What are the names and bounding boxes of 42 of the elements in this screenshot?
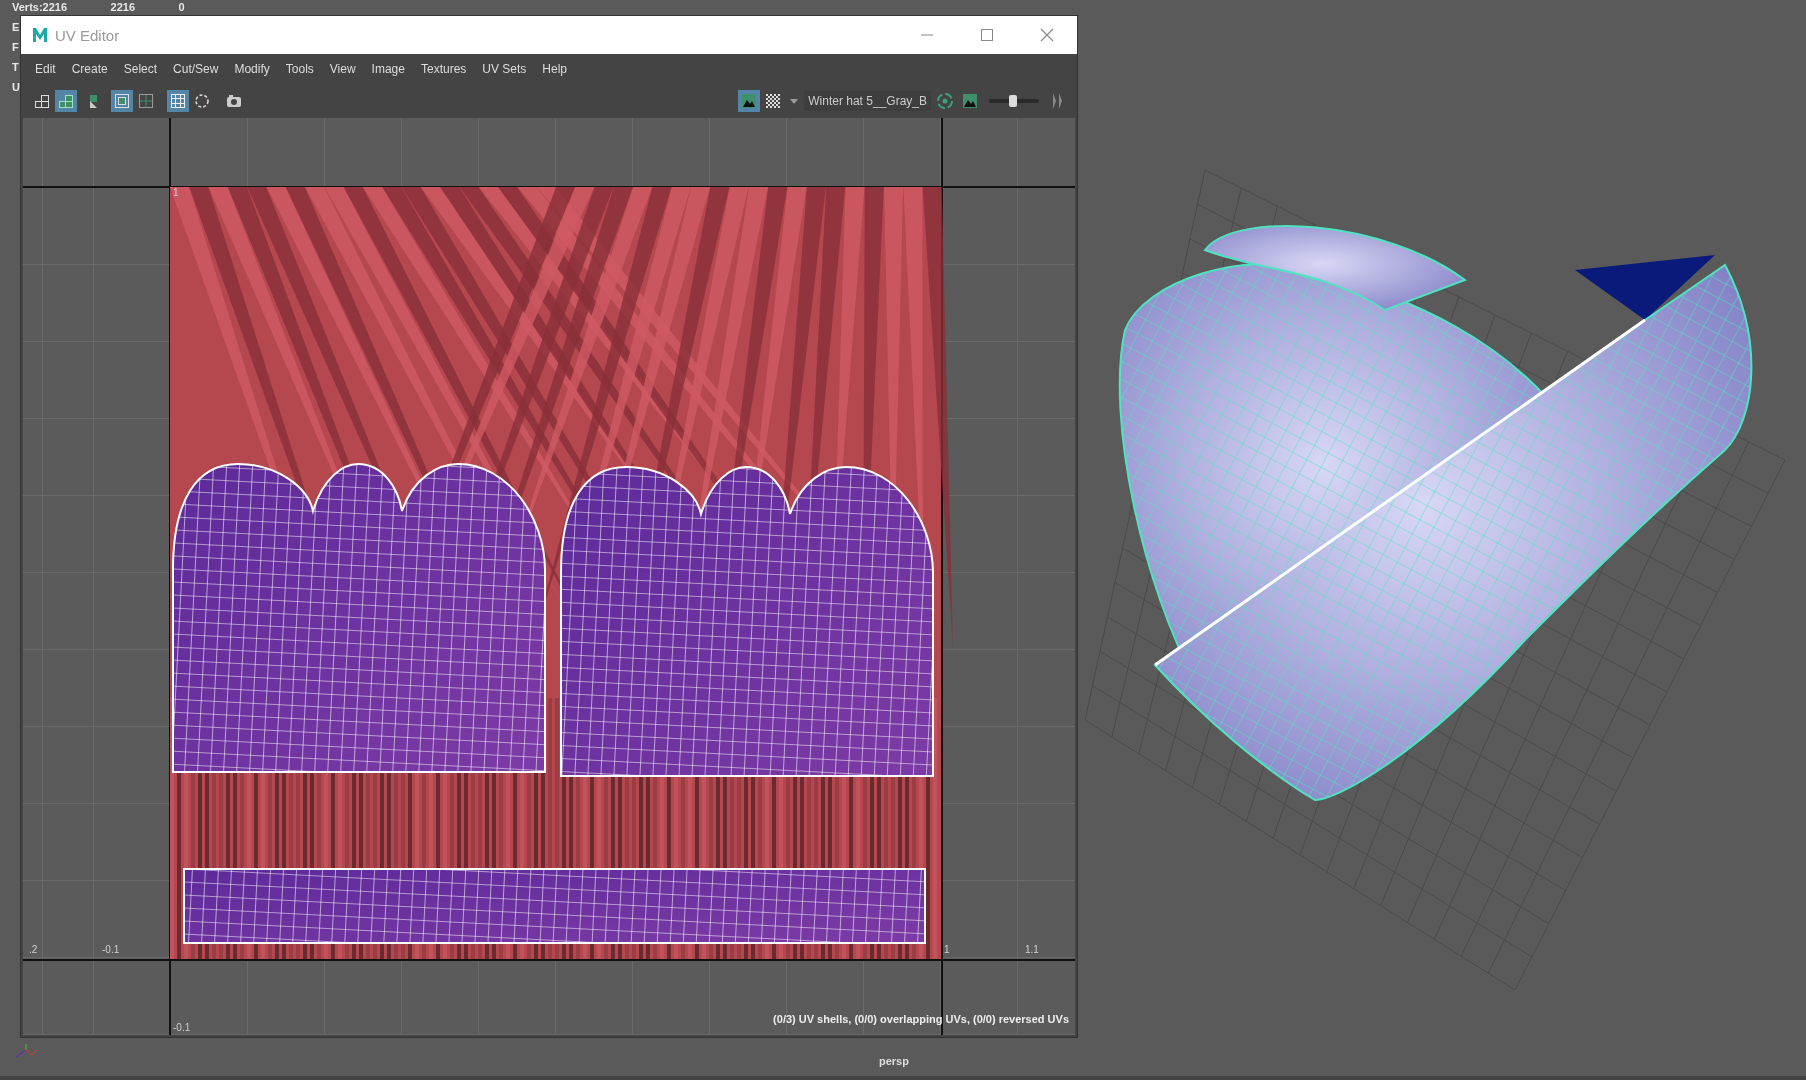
rgb-channel-icon[interactable] [937, 93, 953, 109]
frame-icon[interactable] [111, 90, 133, 112]
axis-gizmo-icon [14, 1043, 40, 1059]
caret-icon[interactable] [790, 98, 799, 104]
stat-label: E [12, 21, 21, 33]
menu-item[interactable]: View [321, 62, 364, 76]
close-icon[interactable] [1040, 28, 1054, 42]
menu-item[interactable]: UV Sets [474, 62, 535, 76]
checker-icon[interactable] [766, 94, 781, 108]
stat-label: U [12, 81, 21, 93]
image-icon[interactable] [738, 90, 761, 112]
menu-item[interactable]: Help [534, 62, 575, 76]
axis-tick-label: 1 [944, 944, 950, 955]
stat-label: Verts: [12, 1, 43, 13]
axis-tick-label: -0.1 [173, 1022, 191, 1033]
axis-tick-label: .2 [29, 944, 38, 955]
axis-tick-label: 1 [173, 187, 179, 198]
stat-value: 2216 [110, 1, 137, 13]
menu-item[interactable]: Cut/Sew [165, 62, 227, 76]
menu-item[interactable]: Tools [277, 62, 322, 76]
stat-label: T [12, 61, 20, 73]
image-icon[interactable] [963, 94, 977, 108]
menu-item[interactable]: Edit [27, 62, 64, 76]
axis-tick-label: -0.1 [102, 944, 120, 955]
axis-tick-label: 1.1 [1025, 944, 1039, 955]
app-logo-icon [31, 26, 49, 44]
grid-icon[interactable] [167, 90, 189, 112]
stat-label: F [12, 41, 20, 53]
texture-name-field[interactable]: Winter hat 5__Gray_B [804, 91, 931, 111]
stat-value: 0 [178, 1, 186, 13]
window-title: UV Editor [55, 26, 120, 44]
menu-item[interactable]: Modify [226, 62, 278, 76]
expand-handle-icon[interactable] [1051, 92, 1063, 110]
camera-name: persp [879, 1055, 909, 1067]
menu-item[interactable]: Select [115, 62, 166, 76]
maximize-icon[interactable] [980, 28, 994, 42]
exposure-slider[interactable] [989, 93, 1039, 109]
menu-item[interactable]: Image [363, 62, 413, 76]
menu-item[interactable]: Textures [412, 62, 475, 76]
status-message: (0/3) UV shells, (0/0) overlapping UVs, (0/0) reversed UVs [773, 1013, 1069, 1025]
stat-value: 2216 [42, 1, 69, 13]
menu-item[interactable]: Create [63, 62, 116, 76]
